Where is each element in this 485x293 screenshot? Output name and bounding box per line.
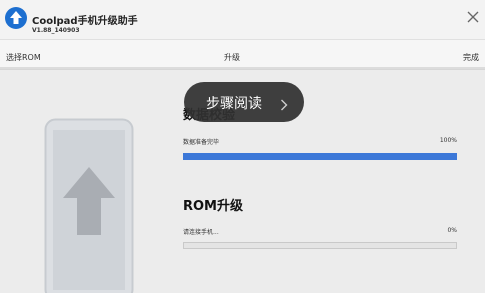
verify-status: 数据准备完毕 bbox=[183, 139, 220, 146]
verify-progress-bar bbox=[183, 153, 457, 160]
step-reading-button[interactable]: 步骤阅读 bbox=[184, 82, 304, 122]
step-select-rom: 选择ROM bbox=[6, 53, 41, 62]
rom-upgrade-title: ROM升级 bbox=[183, 199, 243, 214]
step-bar: 选择ROM 升级 完成 bbox=[0, 40, 485, 70]
upload-arrow-logo-icon bbox=[5, 7, 27, 29]
phone-upload-icon bbox=[44, 118, 134, 293]
app-version: V1.88_140903 bbox=[32, 27, 80, 34]
rom-percent: 0% bbox=[447, 227, 457, 234]
rom-progress-bar bbox=[183, 242, 457, 249]
verify-percent: 100% bbox=[439, 137, 457, 144]
rom-status: 请连接手机... bbox=[183, 229, 219, 236]
close-icon[interactable] bbox=[465, 9, 481, 25]
verify-progress-fill bbox=[184, 154, 456, 159]
step-complete: 完成 bbox=[463, 53, 479, 62]
step-reading-label: 步骤阅读 bbox=[206, 96, 262, 112]
step-progress-track bbox=[0, 67, 485, 69]
chevron-right-icon bbox=[280, 96, 288, 111]
title-bar: Coolpad手机升级助手 V1.88_140903 bbox=[0, 0, 485, 40]
step-upgrade: 升级 bbox=[224, 53, 240, 62]
app-title: Coolpad手机升级助手 bbox=[32, 16, 138, 27]
